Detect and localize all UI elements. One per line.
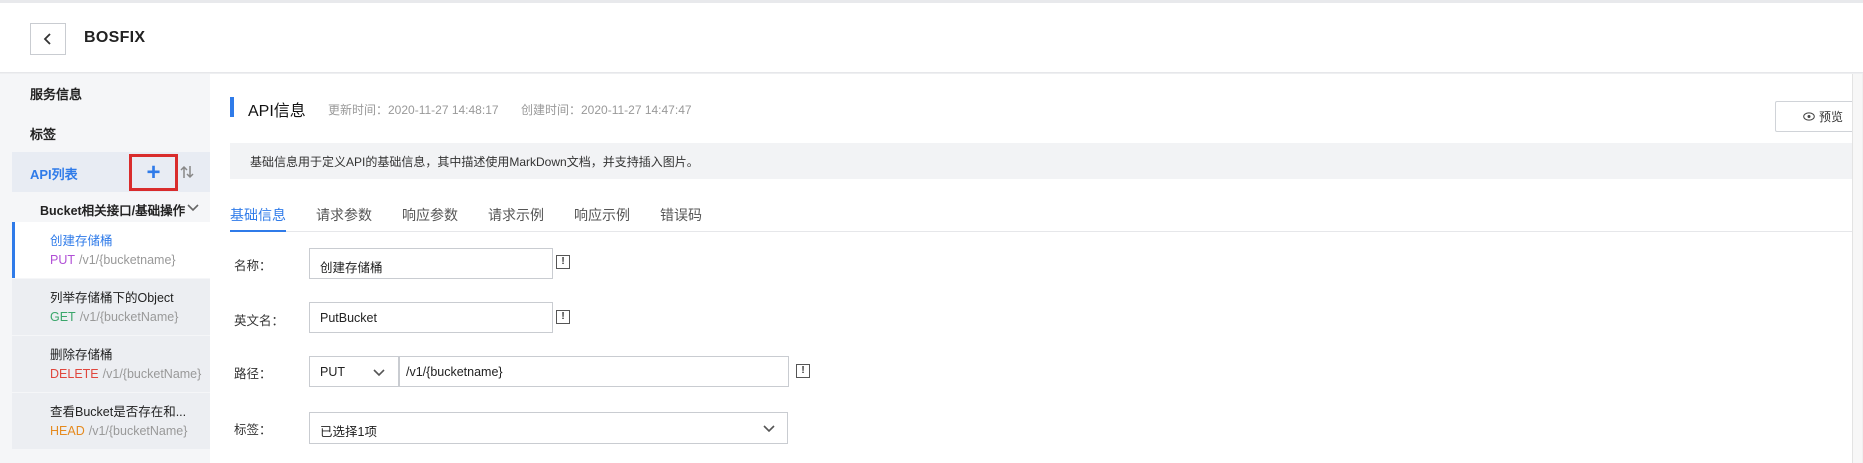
chevron-left-icon bbox=[43, 33, 51, 45]
api-item-name: 列举存储桶下的Object bbox=[50, 291, 174, 305]
tab-bar: 基础信息 请求参数 响应参数 请求示例 响应示例 错误码 bbox=[230, 194, 1853, 232]
preview-label: 预览 bbox=[1818, 110, 1843, 124]
api-group-row[interactable]: Bucket相关接口/基础操作 bbox=[40, 200, 205, 220]
api-group-label: Bucket相关接口/基础操作 bbox=[40, 204, 186, 218]
api-item-url: /v1/{bucketName} bbox=[102, 367, 202, 381]
info-icon[interactable]: ! bbox=[556, 310, 570, 324]
api-item-url: /v1/{bucketname} bbox=[79, 253, 176, 267]
tab-response-params[interactable]: 响应参数 bbox=[402, 205, 458, 225]
created-time: 创建时间：2020-11-27 14:47:47 bbox=[521, 103, 692, 117]
name-label: 名称： bbox=[234, 259, 272, 273]
tab-response-example[interactable]: 响应示例 bbox=[574, 205, 630, 225]
chevron-down-icon bbox=[373, 369, 385, 377]
back-button[interactable] bbox=[30, 23, 66, 55]
scrollbar-thumb[interactable] bbox=[1853, 74, 1862, 463]
tag-select-value: 已选择1项 bbox=[320, 425, 377, 439]
api-list-item[interactable]: 删除存储桶 DELETE/v1/{bucketName} bbox=[12, 336, 210, 392]
api-item-url: /v1/{bucketName} bbox=[88, 424, 188, 438]
path-input[interactable]: /v1/{bucketname} bbox=[399, 356, 789, 387]
scrollbar[interactable] bbox=[1852, 74, 1863, 463]
sidebar-item-tags[interactable]: 标签 bbox=[30, 124, 56, 143]
method-select[interactable]: PUT bbox=[309, 356, 399, 387]
active-tab-underline bbox=[230, 230, 286, 232]
api-item-url: /v1/{bucketName} bbox=[79, 310, 179, 324]
tab-request-params[interactable]: 请求参数 bbox=[316, 205, 372, 225]
api-item-method: PUT bbox=[50, 253, 75, 267]
tag-label: 标签： bbox=[234, 423, 272, 437]
app-title: BOSFIX bbox=[84, 29, 146, 46]
api-item-path: GET/v1/{bucketName} bbox=[50, 310, 178, 324]
tab-basic-info[interactable]: 基础信息 bbox=[230, 205, 286, 225]
chevron-down-icon bbox=[187, 204, 199, 212]
updated-time: 更新时间：2020-11-27 14:48:17 bbox=[328, 103, 499, 117]
api-item-method: HEAD bbox=[50, 424, 85, 438]
api-item-path: PUT/v1/{bucketname} bbox=[50, 253, 176, 267]
api-list-item[interactable]: 列举存储桶下的Object GET/v1/{bucketName} bbox=[12, 279, 210, 335]
api-list-item[interactable]: 查看Bucket是否存在和... HEAD/v1/{bucketName} bbox=[12, 393, 210, 449]
api-item-name: 查看Bucket是否存在和... bbox=[50, 405, 187, 419]
path-label: 路径： bbox=[234, 367, 272, 381]
tag-select[interactable]: 已选择1项 bbox=[309, 412, 788, 444]
info-icon[interactable]: ! bbox=[796, 364, 810, 378]
page-title: API信息 bbox=[248, 103, 306, 120]
method-select-value: PUT bbox=[320, 365, 345, 379]
name-input[interactable]: 创建存储桶 bbox=[309, 248, 553, 279]
tab-request-example[interactable]: 请求示例 bbox=[488, 205, 544, 225]
plus-icon: + bbox=[146, 158, 161, 186]
tab-error-codes[interactable]: 错误码 bbox=[660, 205, 702, 225]
sort-icon[interactable] bbox=[180, 164, 194, 180]
top-bar: BOSFIX bbox=[0, 0, 1863, 73]
api-item-method: DELETE bbox=[50, 367, 99, 381]
eye-icon bbox=[1803, 112, 1815, 121]
english-name-label: 英文名： bbox=[234, 314, 285, 328]
section-accent-bar bbox=[230, 97, 234, 117]
info-banner: 基础信息用于定义API的基础信息，其中描述使用MarkDown文档，并支持插入图… bbox=[230, 143, 1853, 179]
api-item-path: HEAD/v1/{bucketName} bbox=[50, 424, 187, 438]
main-panel: API信息 更新时间：2020-11-27 14:48:17 创建时间：2020… bbox=[210, 74, 1863, 463]
api-list-label: API列表 bbox=[30, 167, 78, 182]
preview-button[interactable]: 预览 bbox=[1775, 101, 1863, 132]
sidebar-item-service-info[interactable]: 服务信息 bbox=[30, 84, 82, 103]
english-name-input[interactable]: PutBucket bbox=[309, 302, 553, 333]
api-item-name: 删除存储桶 bbox=[50, 348, 113, 362]
api-item-method: GET bbox=[50, 310, 76, 324]
api-list-item[interactable]: 创建存储桶 PUT/v1/{bucketname} bbox=[12, 222, 210, 278]
sidebar: 服务信息 标签 API列表 + Bucket相关接口/基础操作 创建存储桶 PU… bbox=[0, 74, 210, 463]
chevron-down-icon bbox=[763, 425, 775, 433]
api-item-name: 创建存储桶 bbox=[50, 234, 113, 248]
add-api-button[interactable]: + bbox=[129, 154, 178, 191]
api-item-path: DELETE/v1/{bucketName} bbox=[50, 367, 201, 381]
info-icon[interactable]: ! bbox=[556, 255, 570, 269]
